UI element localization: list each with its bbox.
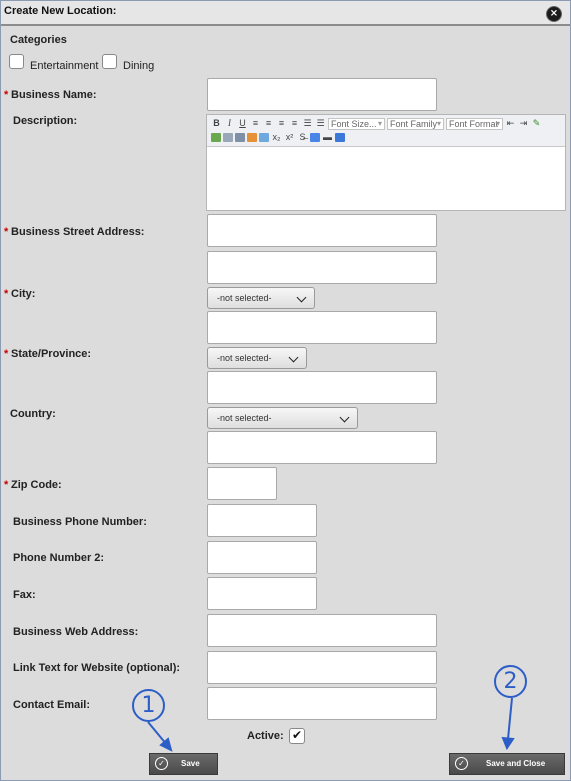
annotation-arrows xyxy=(147,697,515,752)
callout-2-arrow xyxy=(507,697,513,740)
create-location-dialog: Create New Location: ⨯ Categories Entert… xyxy=(0,0,571,781)
